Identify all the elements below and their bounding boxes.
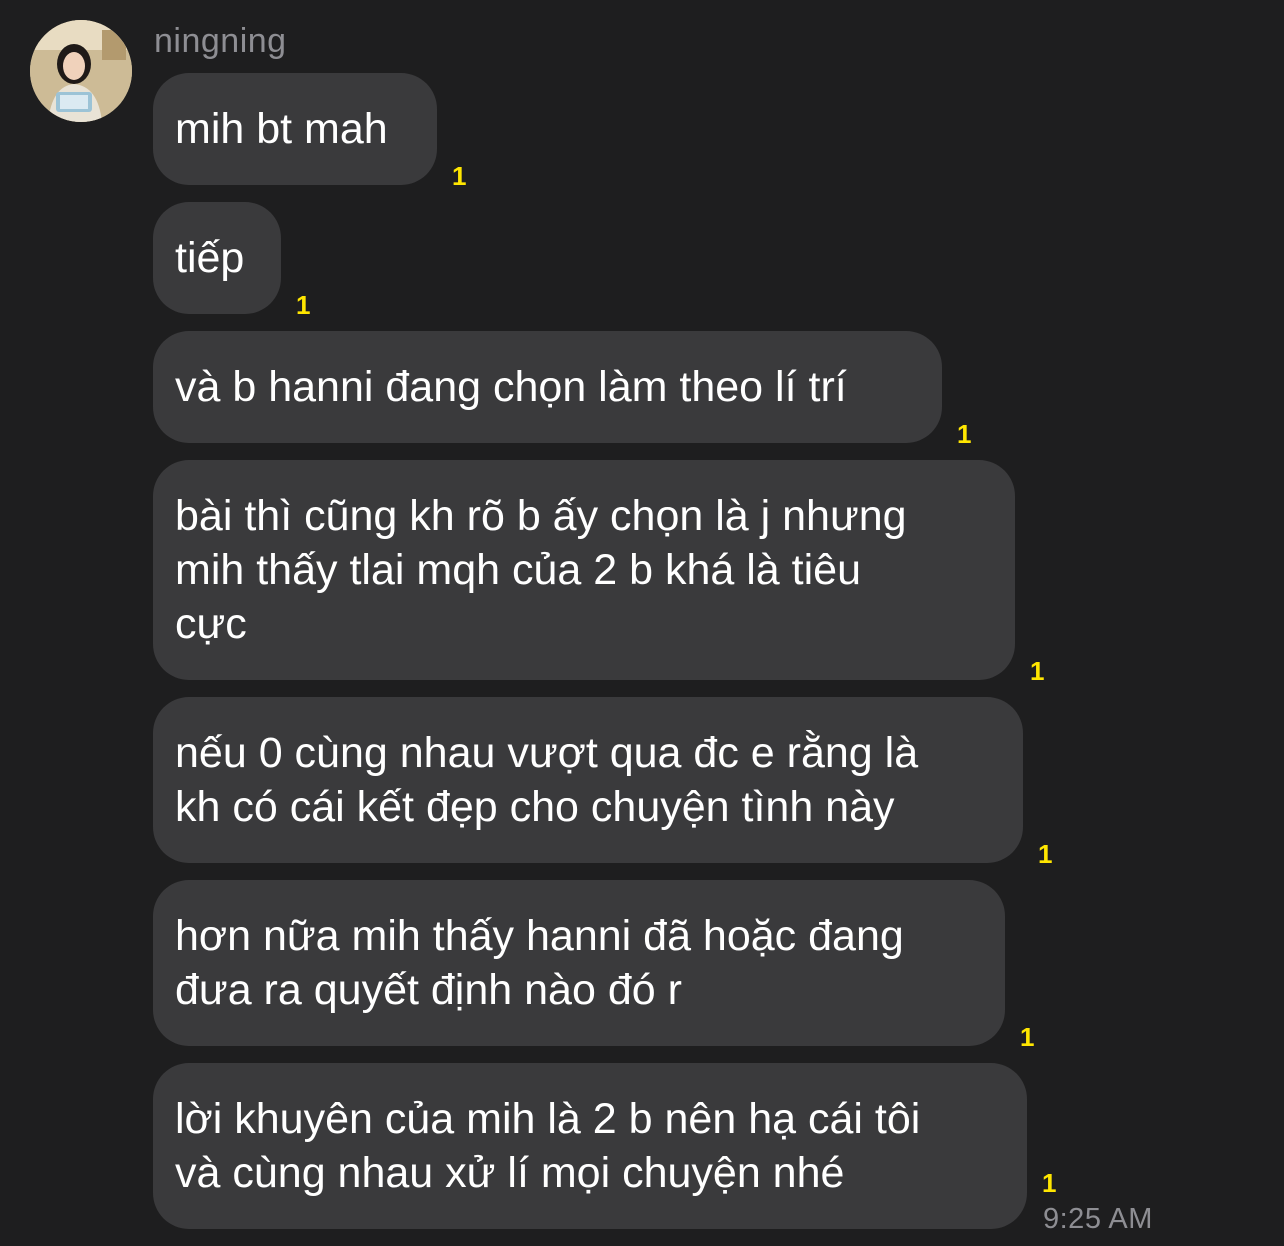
message-bubble[interactable]: tiếp [153, 202, 281, 314]
message-text: nếu 0 cùng nhau vượt qua đc e rằng là kh… [175, 729, 919, 831]
message-text: mih bt mah [175, 105, 388, 153]
unread-count: 1 [1030, 656, 1045, 686]
message-text: lời khuyên của mih là 2 b nên hạ cái tôi… [175, 1095, 921, 1197]
avatar[interactable] [30, 20, 132, 122]
message-bubble[interactable]: mih bt mah [153, 73, 437, 185]
message-bubble[interactable]: bài thì cũng kh rõ b ấy chọn là j nhưng … [153, 460, 1015, 680]
message-text: bài thì cũng kh rõ b ấy chọn là j nhưng … [175, 492, 907, 648]
unread-count: 1 [1042, 1168, 1057, 1198]
unread-count: 1 [296, 290, 311, 320]
message-bubble[interactable]: và b hanni đang chọn làm theo lí trí [153, 331, 942, 443]
message-text: hơn nữa mih thấy hanni đã hoặc đang đưa … [175, 912, 904, 1014]
message-text: tiếp [175, 234, 245, 282]
message-bubble[interactable]: lời khuyên của mih là 2 b nên hạ cái tôi… [153, 1063, 1027, 1229]
unread-count: 1 [452, 161, 467, 191]
unread-count: 1 [957, 419, 972, 449]
message-text: và b hanni đang chọn làm theo lí trí [175, 363, 847, 411]
avatar-photo-icon [30, 20, 132, 122]
message-timestamp: 9:25 AM [1043, 1203, 1153, 1235]
unread-count: 1 [1038, 839, 1053, 869]
unread-count: 1 [1020, 1022, 1035, 1052]
message-bubble[interactable]: hơn nữa mih thấy hanni đã hoặc đang đưa … [153, 880, 1005, 1046]
message-bubble[interactable]: nếu 0 cùng nhau vượt qua đc e rằng là kh… [153, 697, 1023, 863]
sender-name: ningning [154, 22, 287, 60]
